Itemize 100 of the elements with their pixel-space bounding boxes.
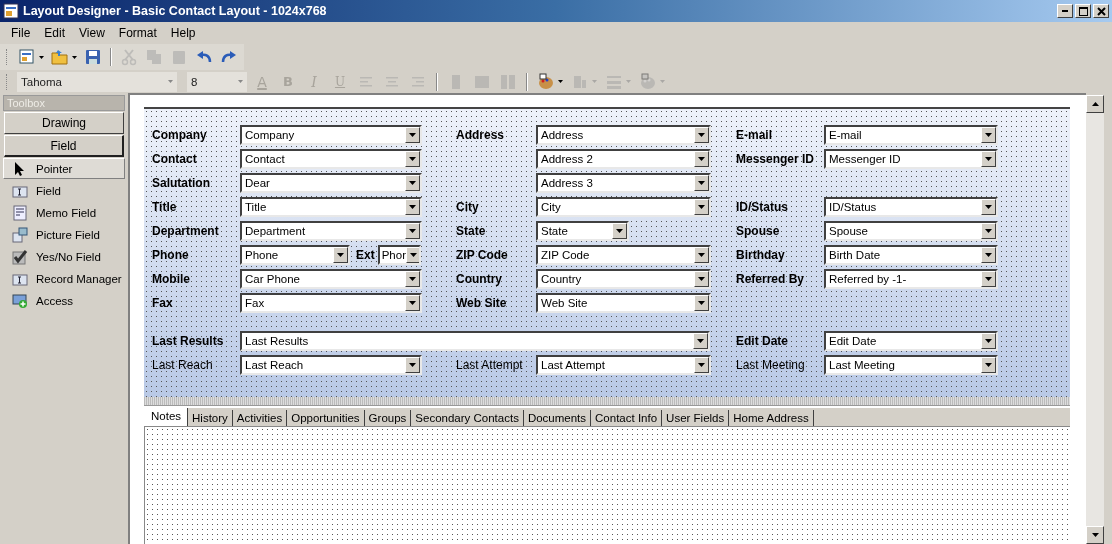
tab[interactable]: Secondary Contacts (411, 410, 524, 426)
toolbox-item[interactable]: Memo Field (3, 202, 125, 223)
scroll-down-icon[interactable] (1086, 526, 1104, 544)
caret-icon (72, 55, 77, 59)
field-label: Last Reach (152, 358, 213, 372)
field-label: Mobile (152, 272, 190, 286)
close-icon (1096, 6, 1106, 16)
tab[interactable]: Documents (523, 410, 592, 426)
field-label: Contact (152, 152, 197, 166)
scissors-icon (120, 48, 138, 66)
splitter-bar[interactable] (144, 397, 1070, 406)
picture-field-icon (12, 226, 28, 243)
field-label: City (456, 200, 479, 214)
tab[interactable]: Home Address (729, 410, 814, 426)
field-dropdown[interactable]: Department (240, 221, 422, 241)
menu-item[interactable]: Help (163, 26, 203, 40)
field-label: Ext (356, 248, 375, 262)
field-dropdown[interactable]: Birth Date (824, 245, 998, 265)
font-dropdown[interactable]: Tahoma (17, 71, 177, 92)
caret-icon (168, 80, 173, 83)
field-label: Country (456, 272, 502, 286)
field-dropdown[interactable]: Referred by -1- (824, 269, 998, 289)
copy-icon (145, 48, 163, 66)
tab[interactable]: History (188, 410, 233, 426)
field-dropdown[interactable]: Car Phone (240, 269, 422, 289)
field-label: Phone (152, 248, 189, 262)
menu-item[interactable]: Format (111, 26, 164, 40)
toolbox-category-button[interactable]: Drawing (4, 112, 124, 134)
field-dropdown[interactable]: Company (240, 125, 422, 145)
memo-icon (12, 204, 28, 221)
caret-icon (592, 80, 597, 83)
field-dropdown[interactable]: Country (536, 269, 711, 289)
field-dropdown[interactable]: Last Attempt (536, 355, 711, 375)
field-label: Salutation (152, 176, 210, 190)
scrollbar[interactable] (1086, 95, 1104, 544)
scroll-up-icon[interactable] (1086, 95, 1104, 113)
minimize-icon (1062, 10, 1068, 12)
field-label: Company (152, 128, 207, 142)
open-button[interactable] (49, 47, 79, 67)
field-dropdown[interactable]: Contact (240, 149, 422, 169)
toolbox-item[interactable]: Pointer (3, 158, 125, 179)
field-dropdown[interactable]: ZIP Code (536, 245, 711, 265)
field-label: Fax (152, 296, 173, 310)
field-label: Title (152, 200, 177, 214)
tab[interactable]: Notes (144, 408, 189, 426)
field-dropdown[interactable]: Last Meeting (824, 355, 998, 375)
tab[interactable]: Contact Info (591, 410, 663, 426)
menu-item[interactable]: File (4, 26, 38, 40)
field-dropdown[interactable]: Edit Date (824, 331, 998, 351)
checkmark-icon (12, 248, 28, 265)
field-label: ZIP Code (456, 248, 508, 262)
field-label: Edit Date (736, 334, 788, 348)
field-dropdown[interactable]: ID/Status (824, 197, 998, 217)
field-label: E-mail (736, 128, 772, 142)
toolbox-item[interactable]: Picture Field (3, 224, 125, 245)
two-columns-icon (499, 72, 517, 91)
field-dropdown[interactable]: Address 2 (536, 149, 711, 169)
toolbox-item[interactable]: Record Manager (3, 268, 125, 289)
field-dropdown[interactable]: Last Reach (240, 355, 422, 375)
field-dropdown[interactable]: State (536, 221, 629, 241)
close-button[interactable] (1093, 4, 1109, 18)
field-dropdown[interactable]: Fax (240, 293, 422, 313)
plus-icon (12, 292, 28, 309)
toolbox-item[interactable]: Access (3, 290, 125, 311)
field-dropdown[interactable]: Address (536, 125, 711, 145)
field-dropdown[interactable]: Messenger ID (824, 149, 998, 169)
field-dropdown[interactable]: Last Results (240, 331, 710, 351)
palette-icon (537, 72, 555, 91)
field-dropdown[interactable]: Spouse (824, 221, 998, 241)
field-dropdown[interactable]: E-mail (824, 125, 998, 145)
toolbox-category-button[interactable]: Field (4, 135, 124, 157)
field-label: Address (456, 128, 505, 142)
tab[interactable]: Groups (364, 410, 412, 426)
field-dropdown[interactable]: Web Site (536, 293, 711, 313)
tab[interactable]: Activities (232, 410, 288, 426)
caret-icon (238, 80, 243, 83)
field-dropdown[interactable]: Phor (377, 245, 421, 265)
tab[interactable]: Opportunities (287, 410, 365, 426)
field-label: Web Site (456, 296, 507, 310)
toolbox-item[interactable]: Field (3, 180, 125, 201)
field-dropdown[interactable]: Title (240, 197, 422, 217)
field-dropdown[interactable]: Phone (240, 245, 350, 265)
menu-item[interactable]: View (72, 26, 112, 40)
app-icon (3, 3, 19, 19)
field-label: State (456, 224, 486, 238)
toolbox-item[interactable]: Yes/No Field (3, 246, 125, 267)
field-label: Spouse (736, 224, 780, 238)
field-dropdown[interactable]: Dear (240, 173, 422, 193)
font-size-dropdown[interactable]: 8 (187, 71, 247, 92)
minimize-button[interactable] (1057, 4, 1073, 18)
field-label: Messenger ID (736, 152, 815, 166)
field-label: Last Attempt (456, 358, 523, 372)
field-label: Last Results (152, 334, 224, 348)
field-dropdown[interactable]: City (536, 197, 711, 217)
new-button[interactable] (16, 47, 46, 67)
maximize-button[interactable] (1075, 4, 1091, 18)
menu-item[interactable]: Edit (37, 26, 73, 40)
field-dropdown[interactable]: Address 3 (536, 173, 711, 193)
tab[interactable]: User Fields (662, 410, 730, 426)
caret-icon (558, 80, 563, 83)
